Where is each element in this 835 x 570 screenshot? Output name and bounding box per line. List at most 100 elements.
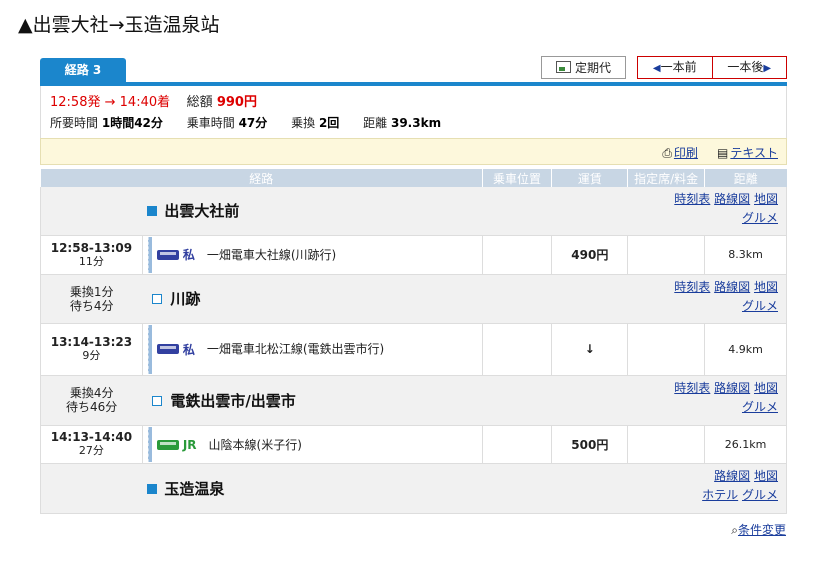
ride-time-label: 乗車時間 [186,116,235,130]
segment-fare: 490円 [551,235,629,275]
rail-line [147,426,152,462]
map-link[interactable]: 地図 [754,192,778,206]
gourmet-link[interactable]: グルメ [742,400,778,414]
station-row: 玉造温泉 路線図 地図 ホテル グルメ [40,463,787,514]
summary-detail-line: 所要時間 1時間42分 乗車時間 47分 乗換 2回 距離 39.3km [50,114,441,131]
search-icon: ⌕ [731,523,738,537]
total-fare-value: 990円 [216,95,257,110]
segment-duration: 27分 [78,444,104,457]
segment-distance: 4.9km [704,323,787,376]
station-name: 出雲大社前 [164,202,240,221]
col-distance: 距離 [704,169,787,187]
hotel-link[interactable]: ホテル [702,488,738,502]
print-links: ⎙ 印刷 ▤ テキスト [662,144,778,161]
line-name: 山陰本線(米子行) [208,437,302,452]
segment-row: 13:14-13:23 9分 私 一畑電車北松江線(電鉄出雲市行) ↓ 4.9km [40,323,787,376]
departure-time: 12:58発 [50,95,101,110]
tools-bar: ⎙ 印刷 ▤ テキスト [40,138,787,165]
right-arrow-icon: ▶ [763,63,772,74]
text-link[interactable]: テキスト [730,146,778,160]
segment-duration: 11分 [78,254,104,268]
col-reserved: 指定席/料金 [627,169,705,187]
segment-row: 14:13-14:40 27分 JR 山陰本線(米子行) 500円 26.1km [40,425,787,464]
transfer-count-value: 2回 [318,116,340,130]
transfer-time: 乗換1分 [69,284,114,299]
station-marker-icon [152,294,163,304]
prev-next-group: ◀一本前 一本後▶ [637,56,787,79]
prev-train-label: 一本前 [660,60,697,74]
segment-time: 12:58-13:09 [50,240,133,255]
map-link[interactable]: 地図 [754,381,778,395]
segment-fare: ↓ [551,323,629,376]
routemap-link[interactable]: 路線図 [714,381,750,395]
map-link[interactable]: 地図 [754,280,778,294]
rail-line [147,324,152,374]
routemap-link[interactable]: 路線図 [714,192,750,206]
station-name: 川跡 [170,290,201,308]
text-doc-icon: ▤ [717,146,729,160]
routemap-link[interactable]: 路線図 [714,280,750,294]
commuter-pass-label: 定期代 [574,61,611,75]
summary-time-line: 12:58発 → 14:40着 総額 990円 [50,91,257,110]
next-train-label: 一本後 [727,60,764,74]
segment-row: 12:58-13:09 11分 私一畑電車大社線(川跡行) 490円 8.3km [40,235,787,275]
change-conditions-link[interactable]: 条件変更 [738,523,786,537]
timetable-link[interactable]: 時刻表 [674,381,710,395]
train-icon [156,250,179,260]
station-name: 電鉄出雲市/出雲市 [170,391,296,410]
gourmet-link[interactable]: グルメ [742,488,778,502]
segment-duration: 9分 [82,349,101,362]
commuter-pass-button[interactable]: 定期代 [541,56,626,79]
operator-badge: JR [182,437,197,452]
transfer-time: 乗換4分 [69,386,114,400]
printer-icon: ⎙ [662,146,672,160]
route-summary: 12:58発 → 14:40着 総額 990円 所要時間 1時間42分 乗車時間… [40,86,787,138]
segment-distance: 26.1km [704,425,787,464]
segment-fare: 500円 [551,425,629,464]
operator-badge: 私 [182,342,195,357]
segment-distance: 8.3km [704,235,787,275]
station-row: 乗換4分 待ち46分 電鉄出雲市/出雲市 時刻表 路線図 地図 グルメ [40,375,787,426]
timetable-link[interactable]: 時刻表 [674,192,710,206]
page-title: ▲出雲大社→玉造温泉站 [18,14,220,36]
routemap-link[interactable]: 路線図 [714,469,750,483]
table-header: 経路 乗車位置 運賃 指定席/料金 距離 [40,169,787,187]
transfer-count-label: 乗換 [291,116,316,130]
segment-time: 13:14-13:23 [50,335,133,349]
station-marker-icon [147,206,158,217]
line-name: 一畑電車大社線(川跡行) [206,248,337,262]
operator-badge: 私 [182,248,195,262]
train-icon [156,344,179,354]
train-icon [156,439,179,450]
gourmet-link[interactable]: グルメ [742,299,778,313]
station-marker-icon [152,395,163,406]
next-train-button[interactable]: 一本後▶ [711,57,787,78]
total-fare-label: 総額 [186,95,213,110]
gourmet-link[interactable]: グルメ [742,211,778,225]
wait-time: 待ち46分 [66,400,118,414]
station-row: 出雲大社前 時刻表 路線図 地図 グルメ [40,187,787,236]
change-conditions[interactable]: ⌕条件変更 [731,521,786,538]
route-tab[interactable]: 経路 3 [40,58,126,83]
station-row: 乗換1分 待ち4分 川跡 時刻表 路線図 地図 グルメ [40,274,787,324]
rail-line [147,236,152,273]
station-marker-icon [147,483,158,494]
station-name: 玉造温泉 [164,479,225,498]
left-arrow-icon: ◀ [652,63,661,74]
route-table: 経路 乗車位置 運賃 指定席/料金 距離 出雲大社前 時刻表 路線図 地図 グル… [40,169,787,514]
pass-icon [555,61,571,73]
print-link[interactable]: 印刷 [674,146,698,160]
map-link[interactable]: 地図 [754,469,778,483]
segment-time: 14:13-14:40 [50,430,133,444]
timetable-link[interactable]: 時刻表 [674,280,710,294]
col-fare: 運賃 [551,169,628,187]
duration-value: 1時間42分 [101,116,163,130]
col-position: 乗車位置 [481,169,552,187]
prev-train-button[interactable]: ◀一本前 [638,57,712,78]
arrival-time: 14:40着 [119,95,171,110]
distance-label: 距離 [363,116,388,130]
col-route: 経路 [40,169,483,187]
wait-time: 待ち4分 [69,298,114,313]
ride-time-value: 47分 [238,116,268,130]
arrow-icon: → [104,95,116,110]
